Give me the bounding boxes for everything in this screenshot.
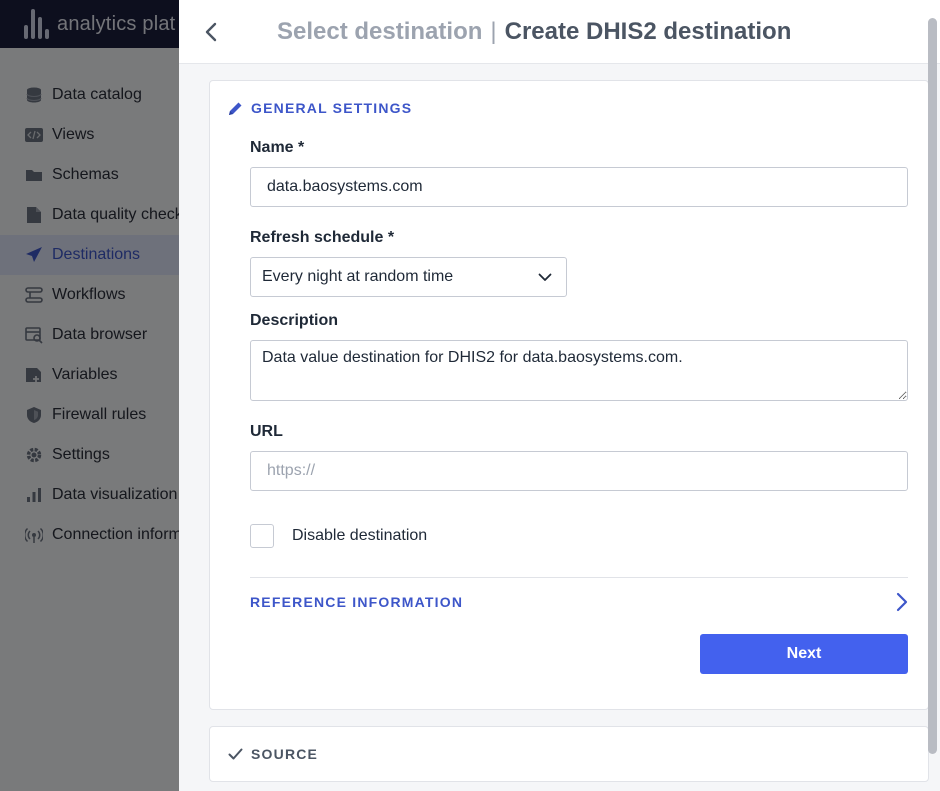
refresh-schedule-value: Every night at random time	[262, 268, 454, 285]
reference-information-toggle[interactable]: Reference information	[250, 589, 908, 615]
divider	[250, 577, 908, 578]
breadcrumb-current: Create DHIS2 destination	[504, 17, 792, 45]
name-input[interactable]	[250, 167, 908, 207]
section-title: Source	[251, 746, 319, 762]
create-destination-drawer: Select destination | Create DHIS2 destinat…	[179, 0, 940, 791]
description-textarea[interactable]: Data value destination for DHIS2 for dat…	[250, 340, 908, 401]
back-button[interactable]	[199, 20, 223, 44]
url-label: URL	[250, 423, 283, 440]
url-input[interactable]	[250, 451, 908, 491]
general-settings-heading[interactable]: General settings	[227, 100, 412, 116]
disable-destination-checkbox[interactable]	[250, 524, 274, 548]
scrollbar[interactable]	[928, 18, 937, 754]
chevron-right-icon	[896, 592, 908, 612]
disable-destination-label: Disable destination	[292, 527, 428, 544]
check-icon	[227, 746, 243, 762]
source-card: Source	[209, 726, 929, 782]
source-heading[interactable]: Source	[227, 746, 318, 762]
section-title: General settings	[251, 100, 413, 116]
chevron-left-icon	[205, 22, 217, 41]
refresh-schedule-label: Refresh schedule *	[250, 229, 395, 246]
reference-information-label: Reference information	[250, 594, 464, 610]
refresh-schedule-select[interactable]: Every night at random time	[250, 257, 567, 297]
next-button[interactable]: Next	[700, 634, 908, 674]
breadcrumb-previous[interactable]: Select destination	[277, 18, 482, 45]
breadcrumb-separator: |	[490, 17, 497, 45]
disable-destination-row[interactable]: Disable destination	[250, 524, 427, 548]
name-label: Name *	[250, 139, 305, 156]
pencil-icon	[227, 100, 243, 116]
general-settings-card: General settings Name * Refresh schedule…	[209, 80, 929, 710]
chevron-down-icon	[538, 273, 552, 281]
page-title: Select destination | Create DHIS2 destinat…	[277, 18, 791, 46]
description-label: Description	[250, 312, 339, 329]
drawer-header: Select destination | Create DHIS2 destinat…	[179, 0, 940, 64]
